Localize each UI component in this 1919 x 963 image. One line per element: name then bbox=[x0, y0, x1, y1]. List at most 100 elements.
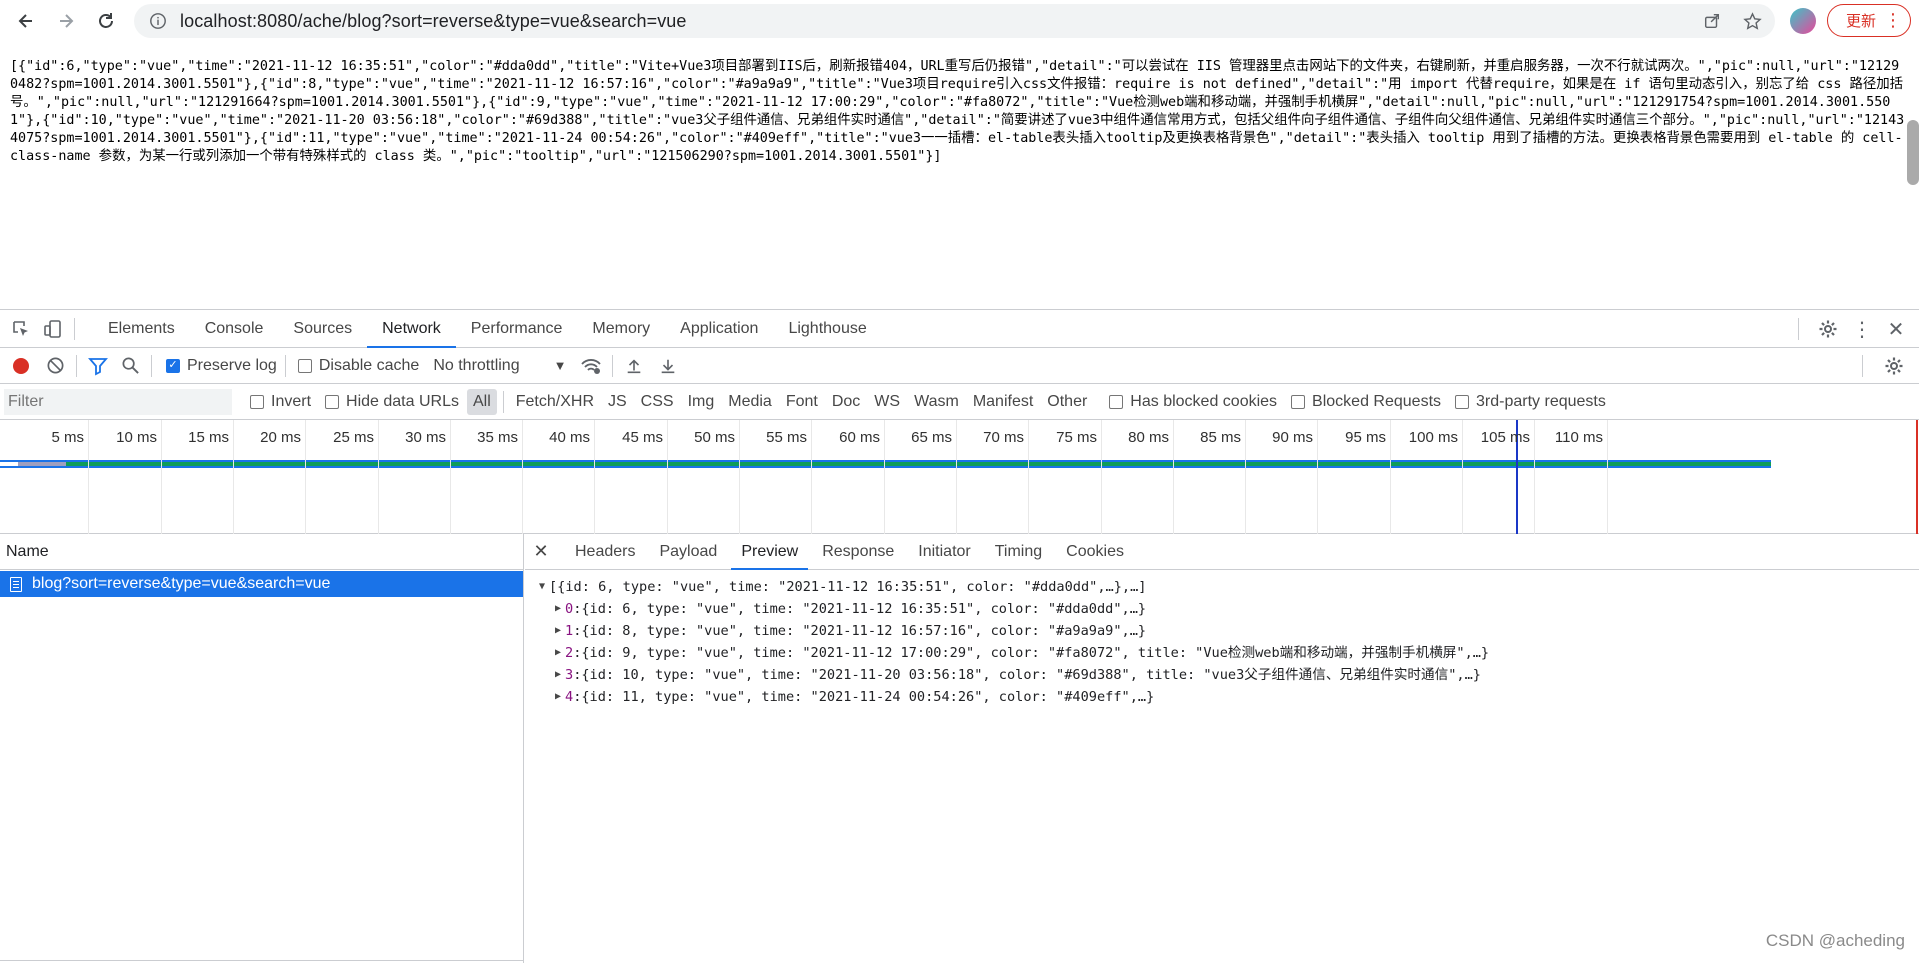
tab-memory[interactable]: Memory bbox=[577, 310, 665, 348]
disable-cache-checkbox[interactable]: Disable cache bbox=[297, 356, 420, 375]
update-button[interactable]: 更新 ⋮ bbox=[1827, 4, 1911, 37]
timeline-tick-label: 105 ms bbox=[1480, 429, 1530, 446]
hide-data-urls-checkbox[interactable]: Hide data URLs bbox=[325, 393, 459, 411]
checkbox-unchecked[interactable] bbox=[1455, 394, 1470, 409]
tree-item-index: 3 bbox=[565, 667, 574, 683]
type-filter-all[interactable]: All bbox=[466, 388, 497, 415]
tab-sources[interactable]: Sources bbox=[278, 310, 367, 348]
type-filter-fetch-xhr[interactable]: Fetch/XHR bbox=[510, 389, 600, 415]
type-filter-media[interactable]: Media bbox=[722, 389, 778, 415]
inspect-element-icon[interactable] bbox=[8, 316, 34, 342]
collapsed-triangle-icon[interactable]: ▶ bbox=[551, 642, 565, 664]
type-filter-wasm[interactable]: Wasm bbox=[908, 389, 965, 415]
info-icon[interactable] bbox=[148, 11, 168, 31]
checkbox-unchecked[interactable] bbox=[297, 358, 312, 373]
back-icon[interactable] bbox=[12, 7, 40, 35]
checkbox-checked[interactable]: ✓ bbox=[166, 358, 180, 373]
preserve-log-label: Preserve log bbox=[187, 356, 277, 374]
address-bar[interactable]: localhost:8080/ache/blog?sort=reverse&ty… bbox=[134, 4, 1775, 38]
search-icon[interactable] bbox=[117, 353, 143, 379]
filter-funnel-icon[interactable] bbox=[85, 353, 111, 379]
tab-application[interactable]: Application bbox=[665, 310, 773, 348]
type-filter-other[interactable]: Other bbox=[1041, 389, 1093, 415]
tab-network[interactable]: Network bbox=[367, 310, 456, 348]
collapsed-triangle-icon[interactable]: ▶ bbox=[551, 620, 565, 642]
settings-gear-icon[interactable] bbox=[1815, 316, 1841, 342]
tab-timing[interactable]: Timing bbox=[983, 534, 1054, 570]
preserve-log-checkbox[interactable]: ✓ Preserve log bbox=[166, 357, 277, 375]
timeline-tick-label: 60 ms bbox=[839, 429, 880, 446]
tab-initiator[interactable]: Initiator bbox=[906, 534, 982, 570]
url-text[interactable]: localhost:8080/ache/blog?sort=reverse&ty… bbox=[180, 11, 687, 32]
colon: : bbox=[573, 645, 582, 661]
star-icon[interactable] bbox=[1741, 10, 1763, 32]
name-column-header[interactable]: Name bbox=[0, 534, 523, 570]
tab-response[interactable]: Response bbox=[810, 534, 906, 570]
checkbox-unchecked[interactable] bbox=[325, 394, 340, 409]
tab-lighthouse[interactable]: Lighthouse bbox=[773, 310, 881, 348]
throttling-select[interactable]: No throttling ▼ bbox=[433, 357, 566, 375]
tab-payload[interactable]: Payload bbox=[647, 534, 729, 570]
type-filter-ws[interactable]: WS bbox=[868, 389, 906, 415]
request-list-panel: Name blog?sort=reverse&type=vue&search=v… bbox=[0, 534, 524, 963]
browser-toolbar: localhost:8080/ache/blog?sort=reverse&ty… bbox=[0, 0, 1919, 42]
tab-cookies[interactable]: Cookies bbox=[1054, 534, 1136, 570]
import-har-icon[interactable] bbox=[621, 353, 647, 379]
tree-item[interactable]: ▶ 0: {id: 6, type: "vue", time: "2021-11… bbox=[525, 598, 1919, 620]
type-filter-manifest[interactable]: Manifest bbox=[967, 389, 1039, 415]
network-conditions-icon[interactable] bbox=[578, 353, 604, 379]
tree-item[interactable]: ▶ 4: {id: 11, type: "vue", time: "2021-1… bbox=[525, 686, 1919, 708]
device-toolbar-icon[interactable] bbox=[40, 316, 66, 342]
request-name: blog?sort=reverse&type=vue&search=vue bbox=[32, 575, 331, 592]
has-blocked-cookies-checkbox[interactable]: Has blocked cookies bbox=[1109, 393, 1277, 411]
invert-checkbox[interactable]: Invert bbox=[250, 393, 311, 411]
page-scrollbar[interactable] bbox=[1907, 120, 1919, 185]
close-devtools-icon[interactable]: ✕ bbox=[1883, 316, 1909, 342]
divider bbox=[1862, 355, 1863, 377]
close-detail-icon[interactable]: ✕ bbox=[525, 541, 557, 562]
type-filter-doc[interactable]: Doc bbox=[826, 389, 866, 415]
share-icon[interactable] bbox=[1701, 10, 1723, 32]
divider bbox=[74, 317, 75, 340]
tree-item[interactable]: ▶ 1: {id: 8, type: "vue", time: "2021-11… bbox=[525, 620, 1919, 642]
type-filter-js[interactable]: JS bbox=[602, 389, 633, 415]
blocked-requests-checkbox[interactable]: Blocked Requests bbox=[1291, 393, 1441, 411]
profile-avatar[interactable] bbox=[1790, 8, 1816, 34]
checkbox-unchecked[interactable] bbox=[250, 394, 264, 409]
expanded-triangle-icon[interactable]: ▼ bbox=[535, 576, 549, 598]
reload-icon[interactable] bbox=[92, 7, 120, 35]
record-icon[interactable] bbox=[8, 353, 34, 379]
export-har-icon[interactable] bbox=[655, 353, 681, 379]
type-filter-font[interactable]: Font bbox=[780, 389, 824, 415]
tab-preview[interactable]: Preview bbox=[729, 534, 810, 570]
timeline-grid-line bbox=[378, 420, 379, 534]
timeline-grid-line bbox=[884, 420, 885, 534]
kebab-menu-icon[interactable]: ⋮ bbox=[1884, 11, 1902, 29]
kebab-menu-icon[interactable]: ⋮ bbox=[1849, 316, 1875, 342]
timeline-tick-label: 35 ms bbox=[477, 429, 518, 446]
timeline-tick-label: 40 ms bbox=[549, 429, 590, 446]
type-filter-css[interactable]: CSS bbox=[635, 389, 680, 415]
collapsed-triangle-icon[interactable]: ▶ bbox=[551, 664, 565, 686]
request-row[interactable]: blog?sort=reverse&type=vue&search=vue bbox=[0, 571, 523, 597]
network-settings-gear-icon[interactable] bbox=[1881, 353, 1907, 379]
forward-icon[interactable] bbox=[52, 7, 80, 35]
disable-cache-label: Disable cache bbox=[318, 356, 420, 374]
checkbox-unchecked[interactable] bbox=[1109, 394, 1124, 409]
tree-item[interactable]: ▶ 2: {id: 9, type: "vue", time: "2021-11… bbox=[525, 642, 1919, 664]
tab-elements[interactable]: Elements bbox=[93, 310, 190, 348]
clear-icon[interactable] bbox=[42, 353, 68, 379]
tab-headers[interactable]: Headers bbox=[563, 534, 647, 570]
checkbox-unchecked[interactable] bbox=[1291, 394, 1306, 409]
collapsed-triangle-icon[interactable]: ▶ bbox=[551, 686, 565, 708]
tree-item[interactable]: ▶ 3: {id: 10, type: "vue", time: "2021-1… bbox=[525, 664, 1919, 686]
tree-root[interactable]: ▼ [{id: 6, type: "vue", time: "2021-11-1… bbox=[525, 576, 1919, 598]
tab-performance[interactable]: Performance bbox=[456, 310, 578, 348]
timeline-tick-label: 30 ms bbox=[405, 429, 446, 446]
collapsed-triangle-icon[interactable]: ▶ bbox=[551, 598, 565, 620]
filter-input[interactable] bbox=[4, 388, 232, 415]
type-filter-img[interactable]: Img bbox=[682, 389, 721, 415]
tab-console[interactable]: Console bbox=[190, 310, 279, 348]
network-overview-timeline[interactable]: 5 ms 10 ms 15 ms 20 ms 25 ms 30 ms 35 ms 40 ms 4… bbox=[0, 420, 1919, 534]
third-party-requests-checkbox[interactable]: 3rd-party requests bbox=[1455, 393, 1606, 411]
